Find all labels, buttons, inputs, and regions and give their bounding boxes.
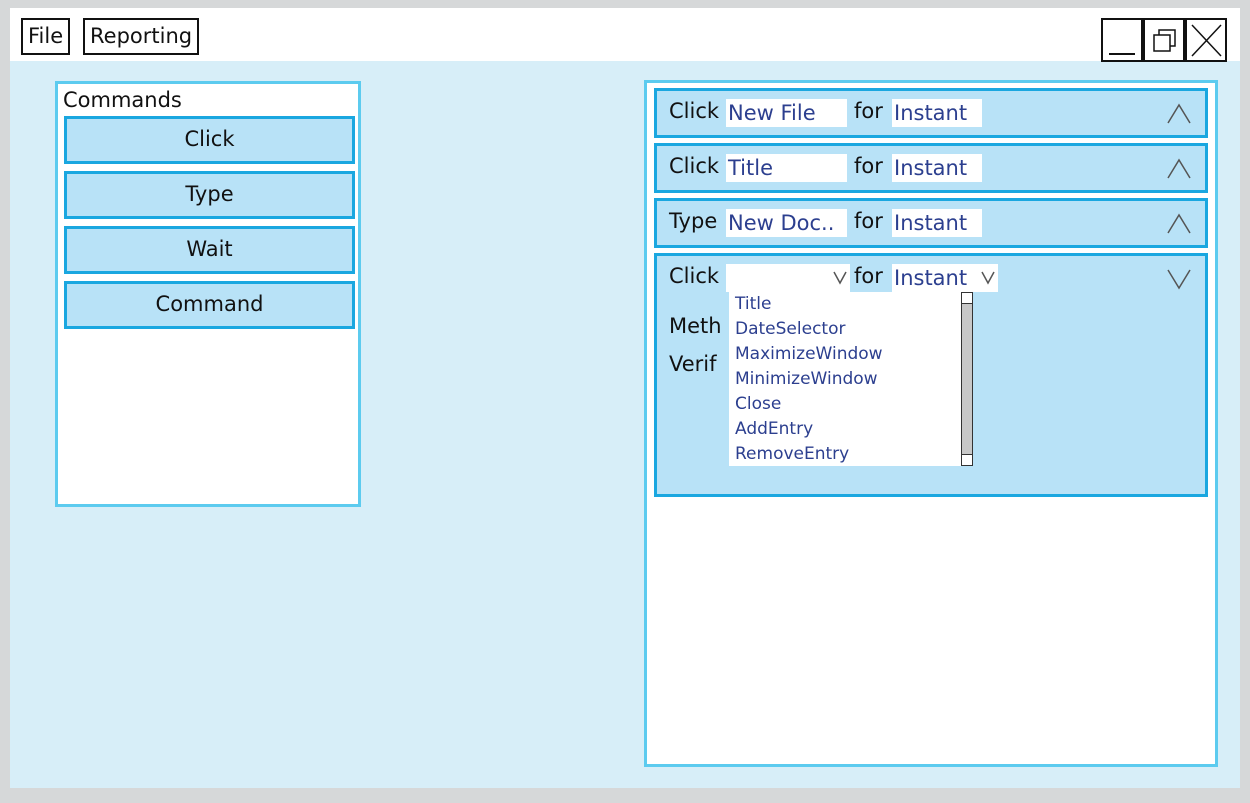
sequence-row[interactable]: Type New Doc.. for Instant [654, 198, 1208, 248]
target-field[interactable]: New File [726, 99, 847, 127]
commands-panel: Commands Click Type Wait Command [55, 81, 361, 507]
dropdown-option[interactable]: MinimizeWindow [735, 369, 878, 389]
menu-file[interactable]: File [21, 18, 71, 55]
duration-select-value: Instant [894, 266, 968, 290]
restore-icon [1153, 29, 1176, 52]
dropdown-option[interactable]: DateSelector [735, 319, 845, 339]
for-label: for [854, 264, 883, 288]
title-bar: File Reporting [10, 8, 1240, 62]
maximize-button[interactable] [1143, 18, 1185, 62]
target-select[interactable] [726, 264, 850, 292]
dropdown-option[interactable]: AddEntry [735, 419, 813, 439]
for-label: for [854, 154, 883, 178]
target-field[interactable]: Title [726, 154, 847, 182]
for-label: for [854, 209, 883, 233]
minimize-icon [1109, 53, 1135, 55]
command-type-button[interactable]: Type [64, 171, 355, 219]
up-chevron-icon[interactable] [1165, 211, 1193, 235]
command-command-button[interactable]: Command [64, 281, 355, 329]
up-chevron-icon[interactable] [1165, 101, 1193, 125]
duration-field[interactable]: Instant [892, 209, 982, 237]
sequence-panel: Click New File for Instant Click Title f… [644, 80, 1218, 767]
menu-reporting[interactable]: Reporting [83, 18, 200, 55]
sequence-row-expanded[interactable]: Click for Instant Meth Verif Title DateS… [654, 253, 1208, 497]
close-button[interactable] [1185, 18, 1227, 62]
down-chevron-icon[interactable] [1165, 266, 1193, 290]
dropdown-option[interactable]: Title [735, 294, 771, 314]
action-label: Click [669, 99, 720, 123]
scroll-down-button[interactable] [961, 454, 973, 466]
target-field[interactable]: New Doc.. [726, 209, 847, 237]
duration-field[interactable]: Instant [892, 99, 982, 127]
command-click-button[interactable]: Click [64, 116, 355, 164]
action-label: Type [669, 209, 718, 233]
verify-label: Verif [669, 352, 717, 376]
for-label: for [854, 99, 883, 123]
sequence-row[interactable]: Click Title for Instant [654, 143, 1208, 193]
command-wait-button[interactable]: Wait [64, 226, 355, 274]
minimize-button[interactable] [1101, 18, 1143, 62]
app-window: File Reporting Commands Click Type Wait … [10, 8, 1240, 788]
dropdown-option[interactable]: RemoveEntry [735, 444, 849, 464]
target-dropdown-list: Title DateSelector MaximizeWindow Minimi… [729, 292, 973, 466]
duration-field[interactable]: Instant [892, 154, 982, 182]
sequence-row[interactable]: Click New File for Instant [654, 88, 1208, 138]
scroll-up-button[interactable] [961, 292, 973, 304]
up-chevron-icon[interactable] [1165, 156, 1193, 180]
action-label: Click [669, 264, 720, 288]
dropdown-option[interactable]: Close [735, 394, 781, 414]
close-icon [1191, 24, 1222, 57]
method-label: Meth [669, 314, 722, 338]
chevron-down-icon [833, 271, 847, 285]
action-label: Click [669, 154, 720, 178]
duration-select[interactable]: Instant [892, 264, 998, 292]
dropdown-option[interactable]: MaximizeWindow [735, 344, 883, 364]
chevron-down-icon [981, 271, 995, 285]
dropdown-scrollbar[interactable] [961, 292, 973, 466]
commands-title: Commands [63, 88, 182, 112]
